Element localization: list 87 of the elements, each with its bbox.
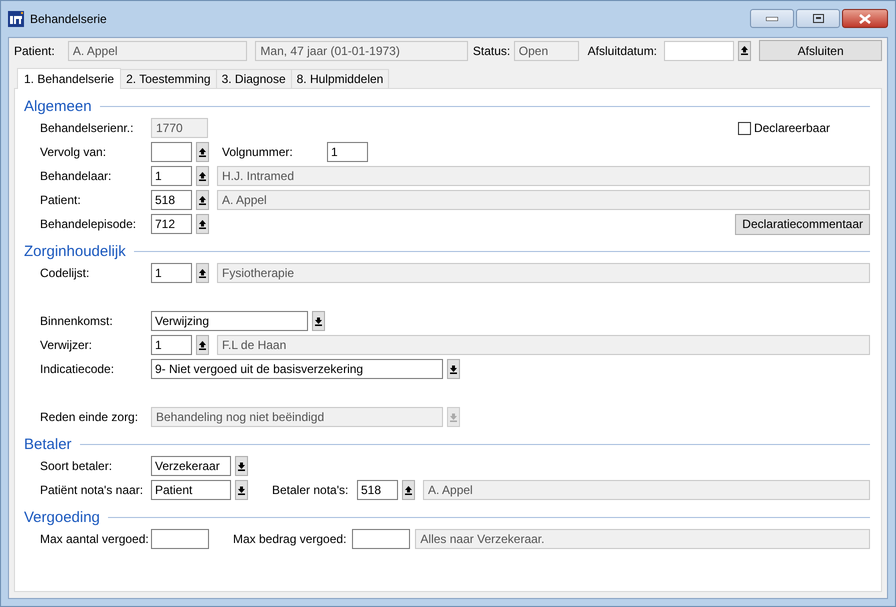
dropdown-field[interactable]: Patient [151,480,231,500]
up-arrow-icon [199,196,206,204]
field-label: Soort betaler: [40,459,114,473]
dropdown-button[interactable] [312,311,325,331]
lookup-button[interactable] [402,480,415,500]
input-field[interactable] [151,529,209,549]
up-arrow-icon [199,148,206,156]
maximize-icon [812,14,824,23]
status-field: Open [514,40,579,60]
close-button[interactable] [842,9,888,28]
description-field: A. Appel [217,190,870,210]
dropdown-field[interactable]: 9- Niet vergoed uit de basisverzekering [151,359,443,379]
app-icon [8,11,24,27]
up-arrow-icon [199,220,206,228]
section-heading: Zorginhoudelijk [24,242,126,260]
lookup-button[interactable] [196,190,209,210]
field-label: Codelijst: [40,266,90,280]
maximize-button[interactable] [796,9,840,28]
up-arrow-icon [199,172,206,180]
field-label: Behandelaar: [40,169,112,183]
number-field: 1770 [151,118,208,138]
code-field[interactable]: 1 [151,263,192,283]
lookup-button[interactable] [196,263,209,283]
up-arrow-icon [199,340,206,350]
tab[interactable]: 8. Hulpmiddelen [290,69,390,88]
dropdown-field[interactable]: Verwijzing [151,311,308,331]
patient-info-field: Man, 47 jaar (01-01-1973) [255,40,468,60]
description-field: H.J. Intramed [217,166,870,186]
field-label: Patient: [40,193,82,207]
up-arrow-icon [405,486,412,494]
code-field[interactable] [151,142,192,162]
lookup-button[interactable] [196,335,209,355]
field-label: Betaler nota's: [272,483,350,497]
code-field[interactable]: 518 [151,190,192,210]
patient-label: Patient: [14,44,56,58]
description-field: Fysiotherapie [217,263,870,283]
code-field[interactable]: 712 [151,214,192,234]
field-label: Patiënt nota's naar: [40,483,144,497]
tab[interactable]: 3. Diagnose [216,69,292,88]
dropdown-button[interactable] [235,456,248,476]
window-title: Behandelserie [30,12,107,26]
comment-button[interactable]: Declaratiecommentaar [735,214,870,234]
close-icon [859,14,871,24]
field-label: Behandelepisode: [40,217,138,231]
lookup-button[interactable] [196,166,209,186]
code-field[interactable]: 1 [151,166,192,186]
section-heading: Algemeen [24,98,92,114]
up-arrow-icon [741,46,748,55]
declareerbaar-checkbox[interactable]: Declareerbaar [738,121,830,135]
description-field: Alles naar Verzekeraar. [415,529,870,549]
tab[interactable]: 1. Behandelserie [17,68,122,89]
description-field: F.L de Haan [217,335,870,355]
closing-date-field[interactable] [664,40,734,60]
tab[interactable]: 2. Toestemming [120,69,217,88]
minimize-icon [766,16,778,20]
date-picker-button[interactable] [738,40,752,60]
down-arrow-icon [315,316,322,326]
down-arrow-icon [238,486,245,494]
section-heading: Betaler [24,436,72,452]
field-label: Verwijzer: [40,338,94,352]
closing-date-label: Afsluitdatum: [588,44,658,58]
field-label: Max aantal vergoed: [40,532,150,546]
lookup-button[interactable] [196,142,209,162]
field-label: Max bedrag vergoed: [233,532,346,546]
code-field[interactable]: 1 [151,335,192,355]
dropdown-button[interactable] [235,480,248,500]
field-label: Indicatiecode: [40,362,116,376]
status-label: Status: [472,44,512,58]
field-label: Volgnummer: [222,145,294,159]
patient-name-field: A. Appel [68,40,248,60]
input-field[interactable] [352,529,410,549]
code-field[interactable]: 518 [357,480,398,500]
down-arrow-icon [450,364,457,374]
dropdown-field[interactable]: Verzekeraar [151,456,231,476]
field-label: Reden einde zorg: [40,410,140,424]
lookup-button[interactable] [196,214,209,234]
field-label: Binnenkomst: [40,314,114,328]
code-field[interactable]: 1 [327,142,368,162]
field-label: Vervolg van: [40,145,108,159]
down-arrow-icon [450,412,457,422]
section-heading: Vergoeding [24,508,100,526]
description-field: A. Appel [423,480,870,500]
close-series-button[interactable]: Afsluiten [759,40,882,61]
up-arrow-icon [199,268,206,278]
dropdown-button[interactable] [447,359,460,379]
down-arrow-icon [238,462,245,470]
field-label: Behandelserienr.: [40,121,134,135]
